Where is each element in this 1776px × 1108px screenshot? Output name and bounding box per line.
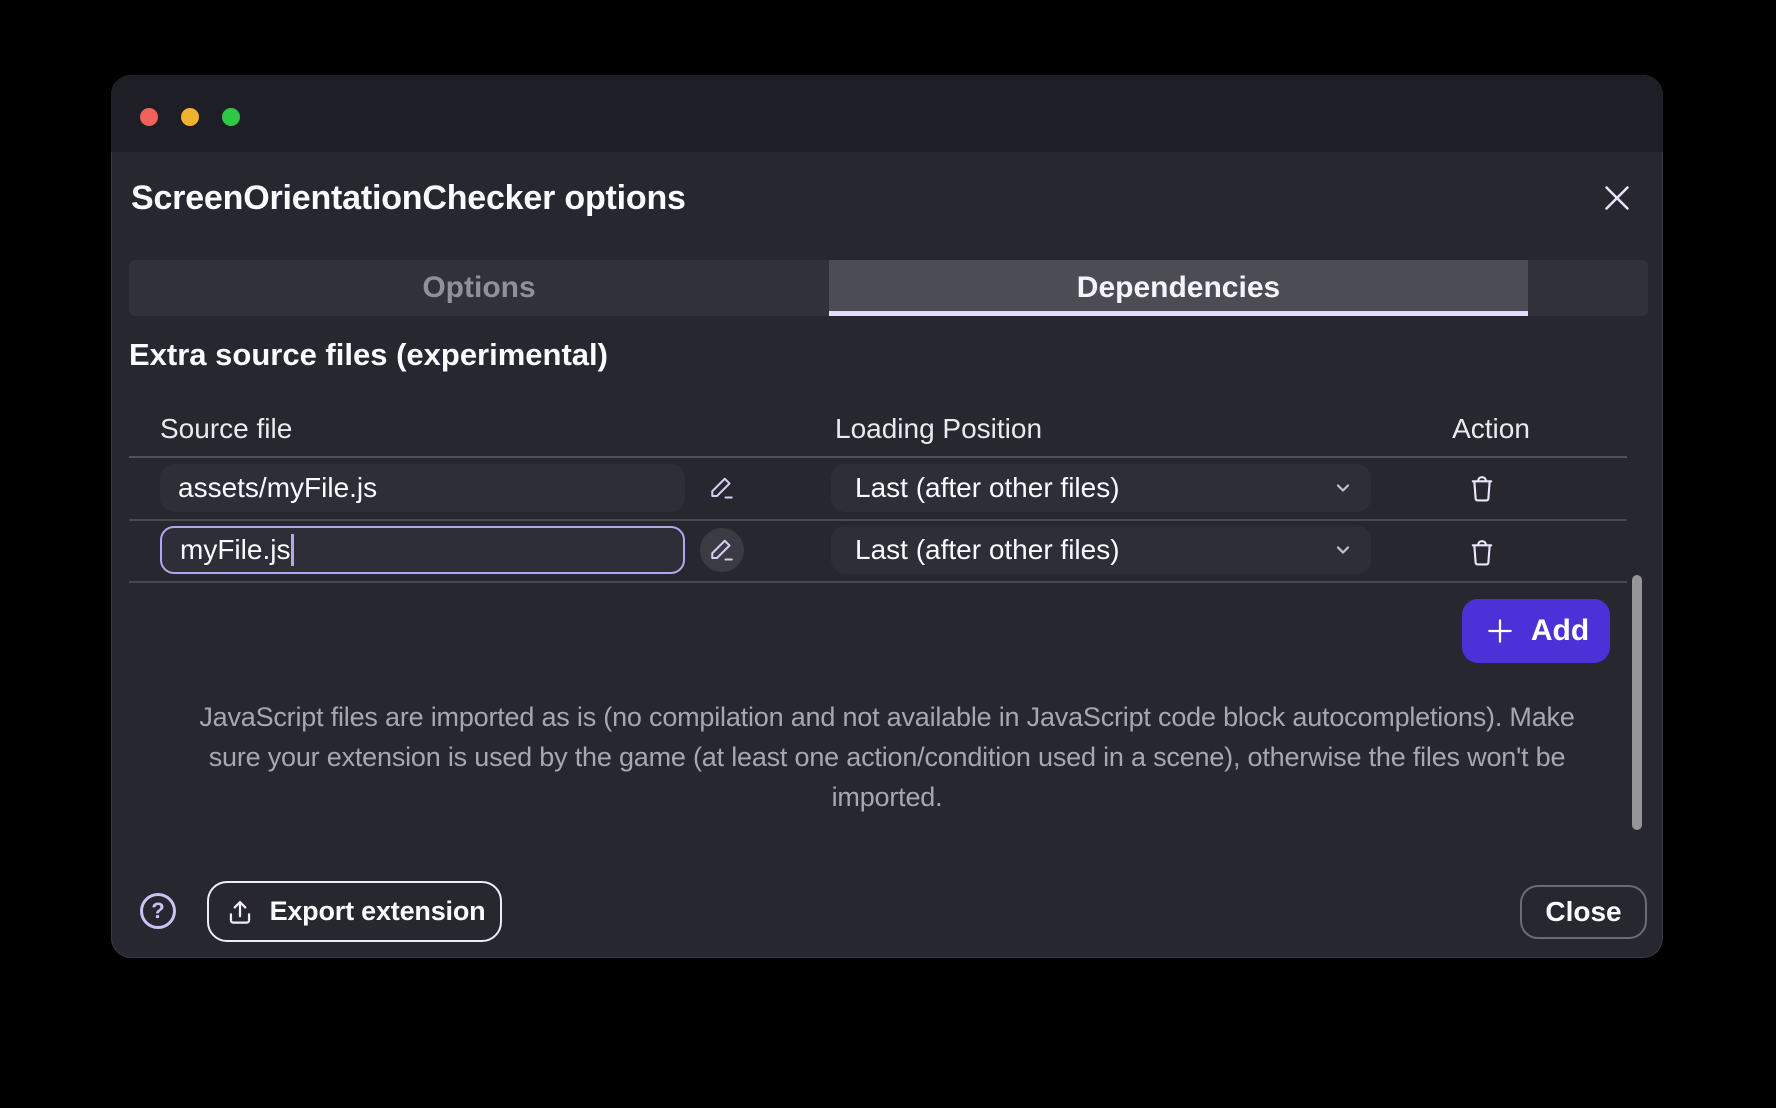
chevron-down-icon	[1333, 540, 1353, 560]
loading-position-select[interactable]: Last (after other files)	[831, 526, 1371, 574]
tab-options[interactable]: Options	[129, 260, 829, 316]
page-title: ScreenOrientationChecker options	[131, 174, 686, 222]
section-heading: Extra source files (experimental)	[129, 337, 608, 373]
column-header-source-file: Source file	[160, 413, 292, 445]
export-button-label: Export extension	[270, 896, 486, 927]
close-button-label: Close	[1545, 896, 1621, 928]
close-dialog-button[interactable]	[1595, 176, 1639, 220]
traffic-light-close-button[interactable]	[140, 108, 158, 126]
loading-position-value: Last (after other files)	[855, 472, 1120, 504]
delete-row-button[interactable]	[1458, 529, 1506, 577]
table-header-divider	[129, 456, 1627, 458]
source-file-value: myFile.js	[180, 534, 290, 566]
help-icon: ?	[151, 898, 164, 924]
close-button[interactable]: Close	[1520, 885, 1647, 939]
dialog-window: ScreenOrientationChecker options Options…	[111, 75, 1663, 958]
trash-icon	[1465, 472, 1499, 506]
help-button[interactable]: ?	[140, 893, 176, 929]
column-header-loading-position: Loading Position	[835, 413, 1042, 445]
note-line: sure your extension is used by the game …	[129, 737, 1645, 777]
note-line: imported.	[129, 777, 1645, 817]
loading-position-select[interactable]: Last (after other files)	[831, 464, 1371, 512]
row-divider	[129, 519, 1627, 521]
tab-selected-underline	[829, 311, 1528, 316]
chevron-down-icon	[1333, 478, 1353, 498]
traffic-light-zoom-button[interactable]	[222, 108, 240, 126]
source-file-input[interactable]: assets/myFile.js	[160, 464, 685, 512]
delete-row-button[interactable]	[1458, 465, 1506, 513]
column-header-action: Action	[1401, 413, 1581, 445]
upload-icon	[224, 896, 256, 928]
add-button-label: Add	[1531, 614, 1589, 648]
note-line: JavaScript files are imported as is (no …	[129, 697, 1645, 737]
close-icon	[1599, 180, 1635, 216]
plus-icon	[1483, 614, 1517, 648]
tab-bar: Options Dependencies	[129, 260, 1648, 316]
edit-source-file-button[interactable]	[700, 528, 744, 572]
traffic-light-minimize-button[interactable]	[181, 108, 199, 126]
tab-dependencies[interactable]: Dependencies	[829, 260, 1528, 316]
note-text: JavaScript files are imported as is (no …	[129, 697, 1645, 817]
add-source-file-button[interactable]: Add	[1462, 599, 1610, 663]
trash-icon	[1465, 536, 1499, 570]
source-file-value: assets/myFile.js	[178, 472, 377, 504]
source-file-input-focused[interactable]: myFile.js	[160, 526, 685, 574]
text-caret	[291, 534, 294, 566]
loading-position-value: Last (after other files)	[855, 534, 1120, 566]
edit-source-file-button[interactable]	[700, 466, 744, 510]
pencil-icon	[707, 535, 737, 565]
pencil-icon	[707, 473, 737, 503]
tab-dependencies-label: Dependencies	[1077, 271, 1280, 304]
title-bar	[111, 75, 1663, 152]
row-divider	[129, 581, 1627, 583]
export-extension-button[interactable]: Export extension	[207, 881, 502, 942]
